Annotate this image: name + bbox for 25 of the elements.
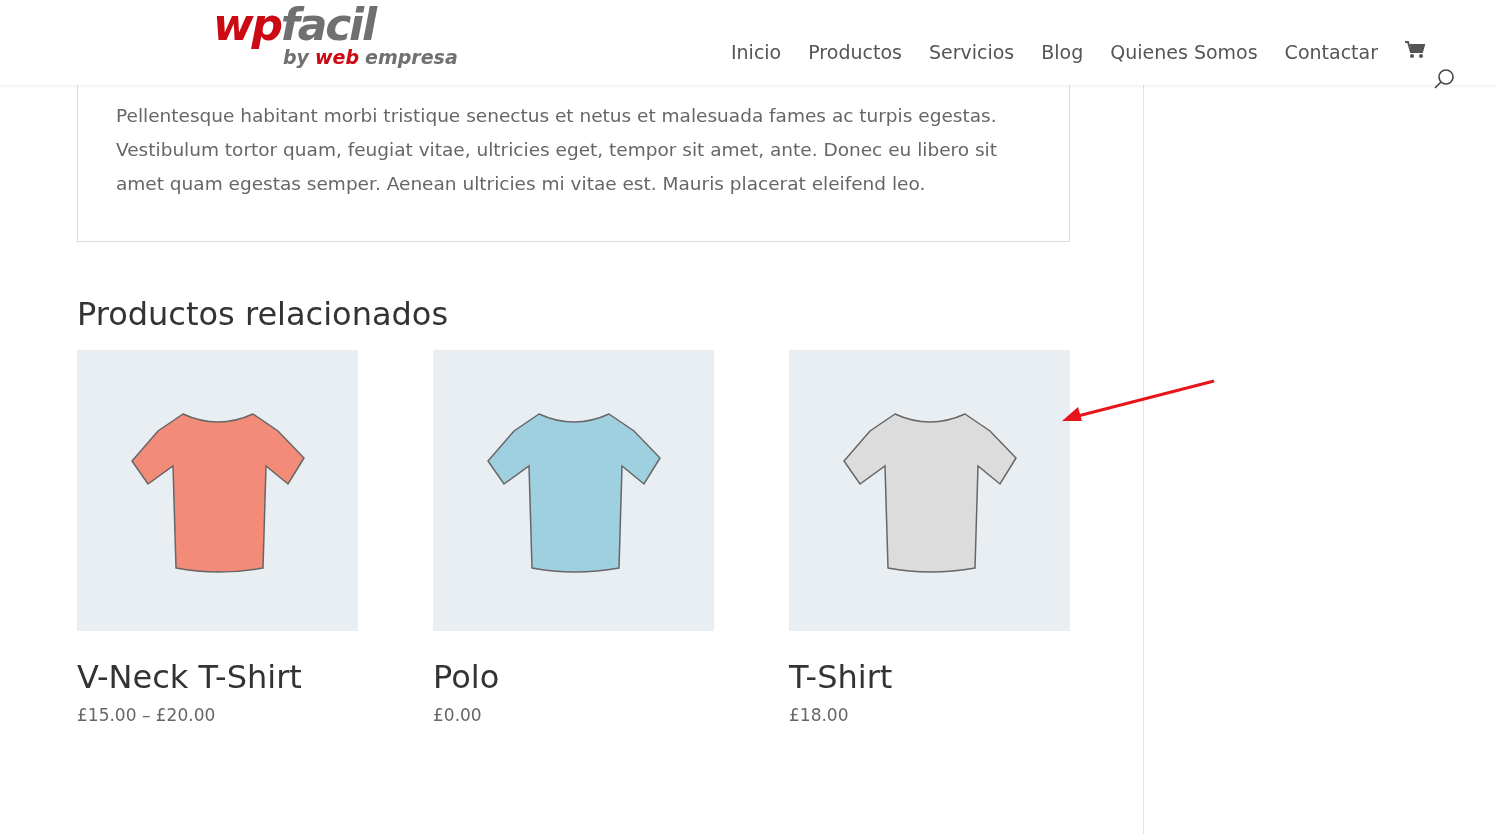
product-image[interactable] xyxy=(789,350,1070,631)
section-heading: Productos relacionados xyxy=(77,294,450,335)
nav-link[interactable]: Contactar xyxy=(1284,38,1378,67)
cart-icon[interactable] xyxy=(1405,41,1425,59)
product-image[interactable] xyxy=(433,350,714,631)
nav-link[interactable]: Productos xyxy=(808,38,902,67)
logo-wordmark: wp xyxy=(213,0,281,50)
logo-tagline: empresa xyxy=(365,48,458,67)
nav-link[interactable]: Blog xyxy=(1041,38,1084,67)
search-icon[interactable] xyxy=(1433,68,1455,90)
logo-tagline: by xyxy=(283,48,309,67)
description-text: Pellentesque habitant morbi tristique senectus et netus et malesuada fames ac turpis egestas. Vestibulum tortor quam, feugiat vitae, ultricies eget, tempor sit amet, ante. Donec eu libero sit amet quam egestas semper. Aenean ultricies mi vitae est. Mauris placerat eleifend leo. xyxy=(116,104,998,196)
nav-link[interactable]: Servicios xyxy=(928,38,1015,67)
product-name[interactable]: T-Shirt xyxy=(789,655,1070,699)
product-price: £18.00 xyxy=(789,704,850,727)
nav-link[interactable]: Inicio xyxy=(730,38,782,67)
product-price: £15.00 – £20.00 xyxy=(77,704,217,727)
product-price: £0.00 xyxy=(433,704,483,727)
logo-wordmark: facil xyxy=(280,0,375,50)
product-image[interactable] xyxy=(77,350,358,631)
nav-link[interactable]: Quienes Somos xyxy=(1110,38,1258,67)
product-name[interactable]: Polo xyxy=(433,655,714,699)
product-name[interactable]: V-Neck T-Shirt xyxy=(77,655,358,699)
site-logo[interactable]: wpfacil by web empresa xyxy=(213,2,458,67)
logo-tagline: web xyxy=(315,48,360,67)
